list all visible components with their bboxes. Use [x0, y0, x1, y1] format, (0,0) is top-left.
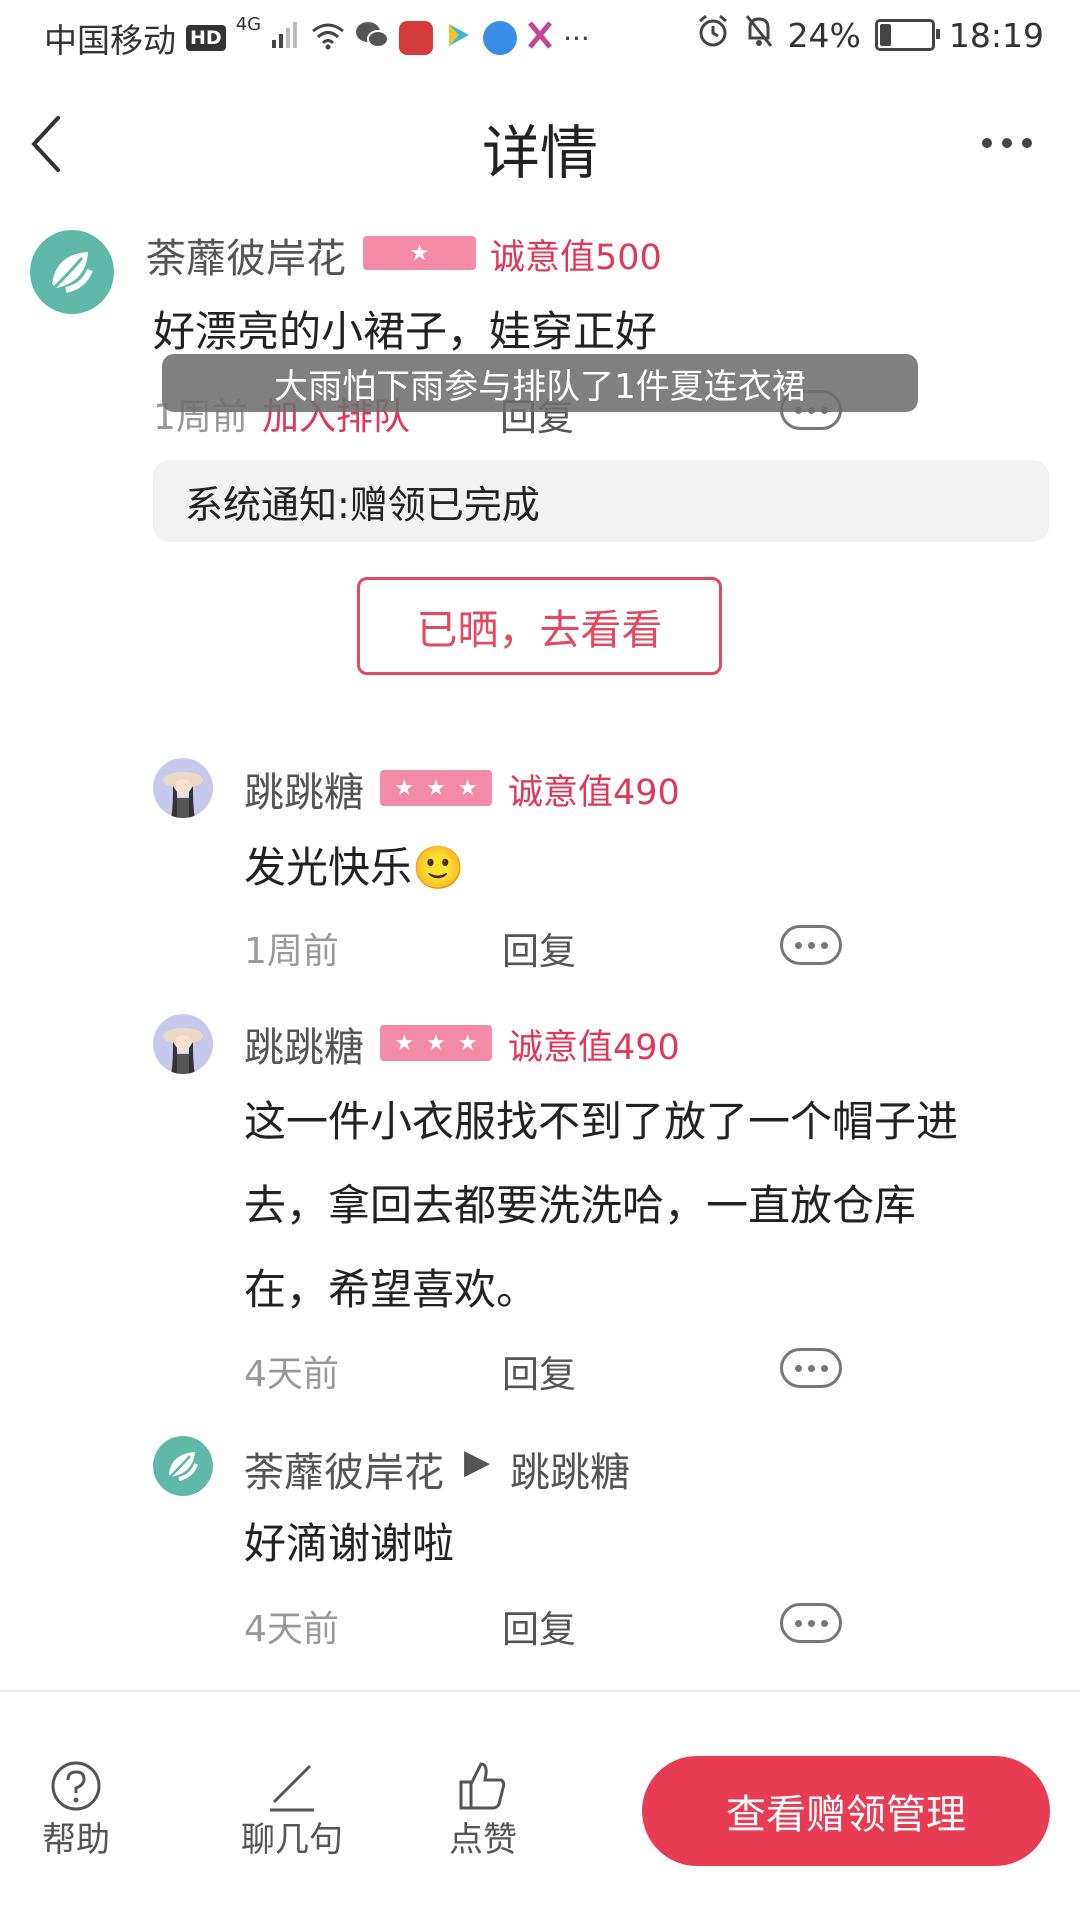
star-badge: ★	[363, 236, 476, 270]
comment-content-line: 这一件小衣服找不到了放了一个帽子进	[244, 1097, 959, 1146]
status-bar: 中国移动 HD 4G ··· 24% 18:19	[0, 0, 1080, 72]
page-title: 详情	[481, 119, 598, 187]
comment-content: 发光快乐🙂	[244, 843, 465, 892]
comment-author-name[interactable]: 荼蘼彼岸花	[244, 1440, 444, 1498]
hd-badge: HD	[186, 25, 226, 51]
star-icon: ★	[409, 240, 430, 266]
clock: 18:19	[948, 15, 1044, 55]
sincerity-value: 诚意值500	[490, 238, 662, 278]
battery-icon	[874, 19, 940, 51]
comment-time: 1周前	[244, 931, 339, 972]
chat-label: 聊几句	[241, 1820, 343, 1860]
help-label: 帮助	[42, 1820, 110, 1860]
avatar[interactable]	[30, 230, 114, 314]
avatar[interactable]	[153, 1014, 213, 1074]
reply-to-name[interactable]: 跳跳糖	[510, 1440, 630, 1498]
chat-button[interactable]: 聊几句	[236, 1760, 348, 1861]
more-actions-button[interactable]	[780, 925, 842, 965]
wifi-icon	[311, 19, 345, 58]
more-actions-button[interactable]	[780, 1603, 842, 1643]
star-icon: ★	[457, 775, 478, 801]
more-actions-button[interactable]	[780, 1348, 842, 1388]
x-app-icon	[527, 19, 553, 58]
network-label: 4G	[235, 14, 262, 35]
help-icon	[51, 1761, 101, 1811]
comment-time: 4天前	[244, 1354, 339, 1395]
star-icon: ★	[426, 775, 446, 801]
wechat-icon	[355, 19, 390, 58]
bottom-divider	[0, 1690, 1080, 1692]
pen-icon	[270, 1764, 314, 1812]
battery-percent: 24%	[787, 15, 861, 55]
star-icon: ★	[426, 1030, 446, 1056]
avatar[interactable]	[153, 1436, 213, 1496]
alarm-icon	[696, 14, 730, 56]
more-options-icon[interactable]	[982, 138, 1032, 148]
browser-app-icon	[483, 21, 518, 55]
carrier-label: 中国移动	[44, 21, 176, 60]
signal-icon	[271, 19, 301, 58]
more-notifications-icon: ···	[563, 21, 590, 55]
reply-button[interactable]: 回复	[502, 921, 576, 975]
mute-bell-icon	[744, 14, 774, 56]
system-notice: 系统通知:赠领已完成	[153, 460, 1049, 542]
comment-time: 4天前	[244, 1609, 339, 1650]
thumbs-up-icon	[459, 1762, 506, 1810]
status-left: 中国移动 HD 4G ···	[44, 14, 590, 62]
status-right: 24% 18:19	[696, 14, 1044, 56]
star-icon: ★	[394, 775, 415, 801]
star-badge: ★ ★ ★	[380, 770, 492, 806]
app-study-icon	[399, 21, 434, 55]
star-icon: ★	[457, 1030, 478, 1056]
like-label: 点赞	[449, 1820, 517, 1860]
view-management-button[interactable]: 查看赠领管理	[642, 1756, 1050, 1866]
post-author-name[interactable]: 荼蘼彼岸花	[146, 226, 346, 284]
view-share-button[interactable]: 已晒，去看看	[357, 577, 722, 675]
comment-content-line: 去，拿回去都要洗洗哈，一直放仓库	[244, 1181, 917, 1230]
comment-content: 好滴谢谢啦	[244, 1519, 455, 1568]
comment-author-name[interactable]: 跳跳糖	[244, 1015, 364, 1073]
sincerity-value: 诚意值490	[508, 1028, 680, 1068]
sincerity-value: 诚意值490	[508, 773, 680, 813]
star-badge: ★ ★ ★	[380, 1025, 492, 1061]
like-button[interactable]: 点赞	[443, 1760, 523, 1861]
help-button[interactable]: 帮助	[36, 1760, 116, 1861]
reply-arrow-icon: ▶	[464, 1442, 491, 1482]
toast-notification: 大雨怕下雨参与排队了1件夏连衣裙	[162, 354, 918, 412]
reply-button[interactable]: 回复	[502, 1599, 576, 1653]
comment-author-name[interactable]: 跳跳糖	[244, 760, 364, 818]
comment-content-line: 在，希望喜欢。	[244, 1265, 539, 1314]
video-app-icon	[443, 19, 473, 58]
avatar[interactable]	[153, 758, 213, 818]
reply-button[interactable]: 回复	[502, 1344, 576, 1398]
star-icon: ★	[394, 1030, 415, 1056]
